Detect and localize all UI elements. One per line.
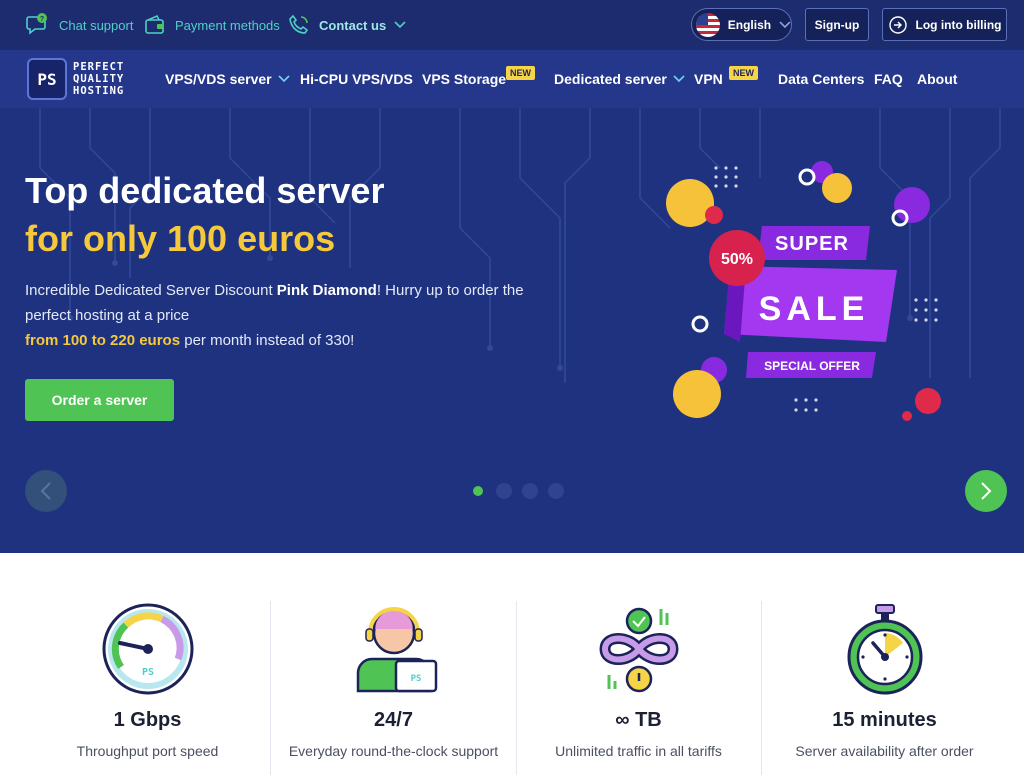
promo-special-text: SPECIAL OFFER <box>764 359 860 373</box>
nav-item-dedicated[interactable]: Dedicated server <box>554 50 685 108</box>
nav-item-faq[interactable]: FAQ <box>874 50 903 108</box>
feature-title: ∞ TB <box>615 709 662 731</box>
hero-desc-price: from 100 to 220 euros <box>25 332 181 349</box>
hero-title: Top dedicated server <box>25 170 385 211</box>
us-flag-icon <box>696 12 720 37</box>
payment-methods-link[interactable]: Payment methods <box>143 0 280 50</box>
feature-subtitle: Throughput port speed <box>76 743 219 759</box>
slider-dot[interactable] <box>522 483 538 499</box>
slider-dot[interactable] <box>496 483 512 499</box>
promo-sale-text: SALE <box>759 290 870 328</box>
feature-title: 24/7 <box>374 709 413 731</box>
order-server-label: Order a server <box>51 392 148 408</box>
hero-desc-bold: Pink Diamond <box>276 282 377 299</box>
logo-line-3: HOSTING <box>73 85 125 97</box>
hero-title-highlight: for only 100 euros <box>25 218 336 259</box>
hero-description: Incredible Dedicated Server Discount Pin… <box>25 278 525 353</box>
nav-item-label: VPN <box>694 71 723 87</box>
features-section: PS 1 Gbps Throughput port speed PS 24/7 … <box>0 553 1024 775</box>
language-label: English <box>727 17 772 32</box>
nav-item-label: VPS Storage <box>422 71 507 87</box>
feature-card: PS 1 Gbps Throughput port speed <box>25 601 270 775</box>
promo-super-text: SUPER <box>775 233 849 255</box>
chevron-down-icon <box>394 21 406 29</box>
chat-support-link[interactable]: ? Chat support <box>25 0 133 50</box>
slider-dot[interactable] <box>548 483 564 499</box>
chevron-right-icon <box>981 482 992 500</box>
svg-text:PS: PS <box>142 667 154 678</box>
login-icon <box>888 15 907 34</box>
nav-item-about[interactable]: About <box>917 50 957 108</box>
new-badge: NEW <box>506 66 535 80</box>
feature-card: ∞ TB Unlimited traffic in all tariffs <box>516 601 761 775</box>
slider-prev-button[interactable] <box>25 470 67 512</box>
nav-item-label: Dedicated server <box>554 71 667 87</box>
logo-line-2: QUALITY <box>73 73 125 85</box>
top-utility-bar: ? Chat support Payment methods Contact u… <box>0 0 1024 50</box>
signup-button[interactable]: Sign-up <box>805 8 869 41</box>
nav-item-label: Hi-CPU VPS/VDS <box>300 71 413 87</box>
feature-subtitle: Server availability after order <box>795 743 974 759</box>
contact-us-label: Contact us <box>319 17 387 33</box>
feature-subtitle: Everyday round-the-clock support <box>288 743 499 759</box>
nav-item-label: VPS/VDS server <box>165 71 272 87</box>
chat-bubble-icon: ? <box>26 13 47 35</box>
svg-text:PS: PS <box>411 674 422 684</box>
order-server-button[interactable]: Order a server <box>25 379 174 421</box>
infinity-traffic-icon <box>599 607 679 693</box>
svg-text:?: ? <box>40 16 44 23</box>
login-billing-label: Log into billing <box>915 17 1002 32</box>
language-selector[interactable]: English <box>691 8 792 41</box>
slider-dot[interactable] <box>470 483 486 499</box>
wallet-icon <box>145 14 164 34</box>
signup-label: Sign-up <box>814 17 860 32</box>
logo[interactable]: PS PERFECT QUALITY HOSTING <box>27 58 124 100</box>
chevron-down-icon <box>278 75 290 83</box>
chevron-down-icon <box>779 20 791 28</box>
support-agent-icon: PS <box>356 607 438 693</box>
feature-card: PS 24/7 Everyday round-the-clock support <box>271 601 516 775</box>
hero-desc-text: per month instead of 330! <box>180 332 355 349</box>
feature-card: 15 minutes Server availability after ord… <box>762 601 1007 775</box>
chat-support-label: Chat support <box>59 17 134 33</box>
logo-text: PERFECT QUALITY HOSTING <box>73 61 124 97</box>
nav-item-data-centers[interactable]: Data Centers <box>778 50 864 108</box>
chevron-left-icon <box>40 482 51 500</box>
phone-icon <box>289 14 309 34</box>
feature-title: 1 Gbps <box>113 709 182 731</box>
nav-item-label: About <box>917 71 958 87</box>
contact-us-dropdown[interactable]: Contact us <box>287 0 406 50</box>
nav-item-vps-storage[interactable]: VPS Storage <box>422 50 506 108</box>
main-navbar: PS PERFECT QUALITY HOSTING VPS/VDS serve… <box>0 50 1024 108</box>
logo-mark: PS <box>27 58 67 100</box>
hero-desc-text: Incredible Dedicated Server Discount <box>25 282 277 299</box>
nav-item-hi-cpu[interactable]: Hi-CPU VPS/VDS <box>300 50 413 108</box>
login-billing-button[interactable]: Log into billing <box>882 8 1007 41</box>
feature-subtitle: Unlimited traffic in all tariffs <box>555 743 722 759</box>
nav-item-label: FAQ <box>874 71 903 87</box>
feature-title: 15 minutes <box>832 709 937 731</box>
slider-next-button[interactable] <box>965 470 1007 512</box>
speedometer-icon: PS <box>102 603 194 695</box>
hero-slider: Top dedicated server for only 100 euros … <box>0 108 1024 553</box>
nav-item-vpn[interactable]: VPN <box>694 50 723 108</box>
logo-line-1: PERFECT <box>73 61 125 73</box>
super-sale-illustration: SUPER SALE SPECIAL OFFER 50% <box>666 161 941 421</box>
nav-item-vps-vds[interactable]: VPS/VDS server <box>165 50 290 108</box>
new-badge: NEW <box>729 66 758 80</box>
promo-discount-badge: 50% <box>721 251 753 268</box>
stopwatch-icon <box>847 604 923 695</box>
slider-pagination <box>470 483 564 499</box>
payment-methods-label: Payment methods <box>175 17 280 33</box>
chevron-down-icon <box>673 75 685 83</box>
nav-item-label: Data Centers <box>778 71 865 87</box>
